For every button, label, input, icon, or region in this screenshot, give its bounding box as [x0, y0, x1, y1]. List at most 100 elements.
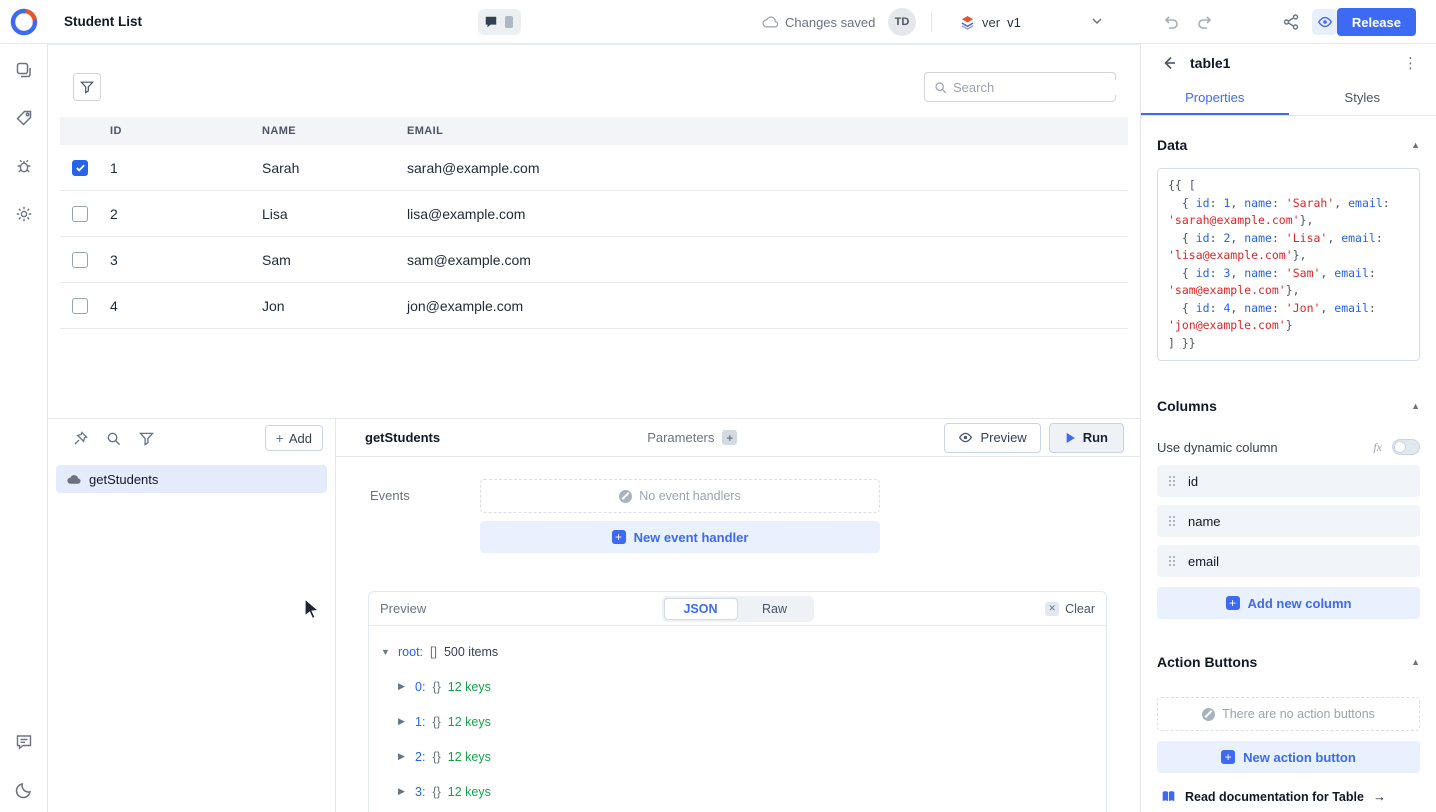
cell-email[interactable]: sarah@example.com [407, 160, 1128, 176]
cell-name[interactable]: Jon [262, 298, 407, 314]
inspector-tabs: Properties Styles [1141, 82, 1436, 116]
query-editor-header: getStudents Parameters + Preview Run [336, 419, 1140, 457]
undo-icon[interactable] [1162, 13, 1180, 31]
cell-email[interactable]: lisa@example.com [407, 206, 1128, 222]
row-checkbox[interactable] [72, 160, 88, 176]
dynamic-column-toggle[interactable] [1392, 439, 1420, 455]
column-header-name[interactable]: NAME [262, 125, 407, 137]
add-parameter-button[interactable]: + [722, 430, 737, 445]
cell-email[interactable]: sam@example.com [407, 252, 1128, 268]
drag-handle-icon[interactable] [1169, 556, 1175, 566]
row-checkbox[interactable] [72, 298, 88, 314]
cell-id[interactable]: 2 [110, 206, 262, 222]
top-bar: Student List Changes saved TD ver v1 [0, 0, 1436, 44]
add-query-button[interactable]: + Add [265, 425, 323, 451]
share-icon[interactable] [1282, 13, 1300, 31]
table-widget[interactable]: ID NAME EMAIL 1 Sarah sarah@example.com … [60, 59, 1128, 411]
response-preview-panel: Preview JSON Raw ✕ Clear ▼ root: [] 500 … [368, 591, 1107, 812]
collapse-caret-icon[interactable]: ▲ [1411, 401, 1420, 411]
fx-icon[interactable]: fx [1373, 440, 1382, 455]
read-documentation-link[interactable]: Read documentation for Table → [1157, 789, 1420, 804]
help-chat-icon[interactable] [15, 733, 33, 751]
column-item[interactable]: id [1157, 465, 1420, 497]
release-button[interactable]: Release [1337, 8, 1416, 36]
table-filter-button[interactable] [73, 73, 101, 101]
app-canvas[interactable]: ID NAME EMAIL 1 Sarah sarah@example.com … [48, 44, 1140, 418]
pages-icon[interactable] [15, 61, 33, 79]
debug-bug-icon[interactable] [15, 157, 33, 175]
tab-styles[interactable]: Styles [1289, 82, 1436, 115]
section-action-buttons-header[interactable]: Action Buttons ▲ [1157, 653, 1420, 671]
tab-json[interactable]: JSON [664, 598, 738, 620]
search-icon[interactable] [106, 431, 121, 446]
theme-moon-icon[interactable] [15, 781, 33, 799]
drag-handle-icon[interactable] [1169, 516, 1175, 526]
version-selector[interactable]: ver v1 [960, 0, 1021, 44]
section-data-header[interactable]: Data ▲ [1157, 136, 1420, 154]
collapse-caret-icon[interactable]: ▲ [1411, 657, 1420, 667]
tag-icon[interactable] [15, 109, 33, 127]
cell-email[interactable]: jon@example.com [407, 298, 1128, 314]
new-event-handler-button[interactable]: + New event handler [480, 521, 880, 553]
caret-right-icon[interactable]: ▶ [398, 681, 408, 692]
column-header-email[interactable]: EMAIL [407, 125, 1128, 137]
clear-button[interactable]: ✕ Clear [1045, 602, 1095, 616]
collapse-caret-icon[interactable]: ▲ [1411, 140, 1420, 150]
new-action-button[interactable]: + New action button [1157, 741, 1420, 773]
cell-name[interactable]: Sarah [262, 160, 407, 176]
cell-name[interactable]: Sam [262, 252, 407, 268]
table-row[interactable]: 1 Sarah sarah@example.com [60, 145, 1128, 191]
tab-properties[interactable]: Properties [1141, 82, 1289, 115]
query-run-button[interactable]: Run [1049, 423, 1124, 453]
table-row[interactable]: 2 Lisa lisa@example.com [60, 191, 1128, 237]
avatar[interactable]: TD [888, 8, 916, 36]
query-list-item[interactable]: getStudents [56, 465, 327, 493]
json-tree-item[interactable]: ▶ 0: {} 12 keys [381, 669, 1096, 704]
cell-id[interactable]: 1 [110, 160, 262, 176]
caret-right-icon[interactable]: ▶ [398, 716, 408, 727]
drag-handle-icon[interactable] [1169, 476, 1175, 486]
cell-id[interactable]: 4 [110, 298, 262, 314]
redo-icon[interactable] [1196, 13, 1214, 31]
filter-icon[interactable] [139, 431, 154, 446]
tab-raw[interactable]: Raw [738, 598, 812, 620]
query-title[interactable]: getStudents [365, 430, 440, 445]
add-new-column-button[interactable]: + Add new column [1157, 587, 1420, 619]
column-item[interactable]: name [1157, 505, 1420, 537]
cell-id[interactable]: 3 [110, 252, 262, 268]
comment-icon[interactable] [484, 15, 498, 29]
caret-right-icon[interactable]: ▶ [398, 786, 408, 797]
table-row[interactable]: 4 Jon jon@example.com [60, 283, 1128, 329]
table-search[interactable] [924, 72, 1116, 102]
query-preview-button[interactable]: Preview [944, 423, 1040, 453]
events-label: Events [370, 479, 480, 553]
json-tree-item[interactable]: ▶ 2: {} 12 keys [381, 739, 1096, 774]
chevron-down-icon[interactable] [1090, 14, 1104, 28]
query-editor-body: Events No event handlers + New event han… [336, 457, 1140, 553]
table-search-input[interactable] [953, 80, 1129, 95]
row-checkbox[interactable] [72, 206, 88, 222]
back-icon[interactable] [1161, 55, 1177, 71]
column-item[interactable]: email [1157, 545, 1420, 577]
json-tree-item[interactable]: ▶ 1: {} 12 keys [381, 704, 1096, 739]
caret-right-icon[interactable]: ▶ [398, 751, 408, 762]
table-row[interactable]: 3 Sam sam@example.com [60, 237, 1128, 283]
canvas-panel-icon[interactable] [503, 15, 515, 29]
settings-gear-icon[interactable] [15, 205, 33, 223]
panel-toggle-group[interactable] [478, 9, 521, 35]
caret-down-icon[interactable]: ▼ [381, 647, 391, 657]
json-tree-item[interactable]: ▶ 3: {} 12 keys [381, 774, 1096, 809]
preview-app-button[interactable] [1312, 9, 1338, 35]
app-logo-icon[interactable] [9, 7, 39, 37]
inspector-panel: table1 ⋮ Properties Styles Data ▲ {{ [ {… [1140, 44, 1436, 812]
pin-icon[interactable] [73, 431, 88, 446]
widget-name[interactable]: table1 [1190, 55, 1230, 71]
row-checkbox[interactable] [72, 252, 88, 268]
dynamic-column-row: Use dynamic column fx [1157, 437, 1420, 457]
json-tree-root[interactable]: ▼ root: [] 500 items [381, 634, 1096, 669]
section-columns-header[interactable]: Columns ▲ [1157, 397, 1420, 415]
data-code-editor[interactable]: {{ [ { id: 1, name: 'Sarah', email:'sara… [1157, 168, 1420, 361]
kebab-menu-icon[interactable]: ⋮ [1403, 54, 1418, 72]
cell-name[interactable]: Lisa [262, 206, 407, 222]
column-header-id[interactable]: ID [110, 125, 262, 137]
